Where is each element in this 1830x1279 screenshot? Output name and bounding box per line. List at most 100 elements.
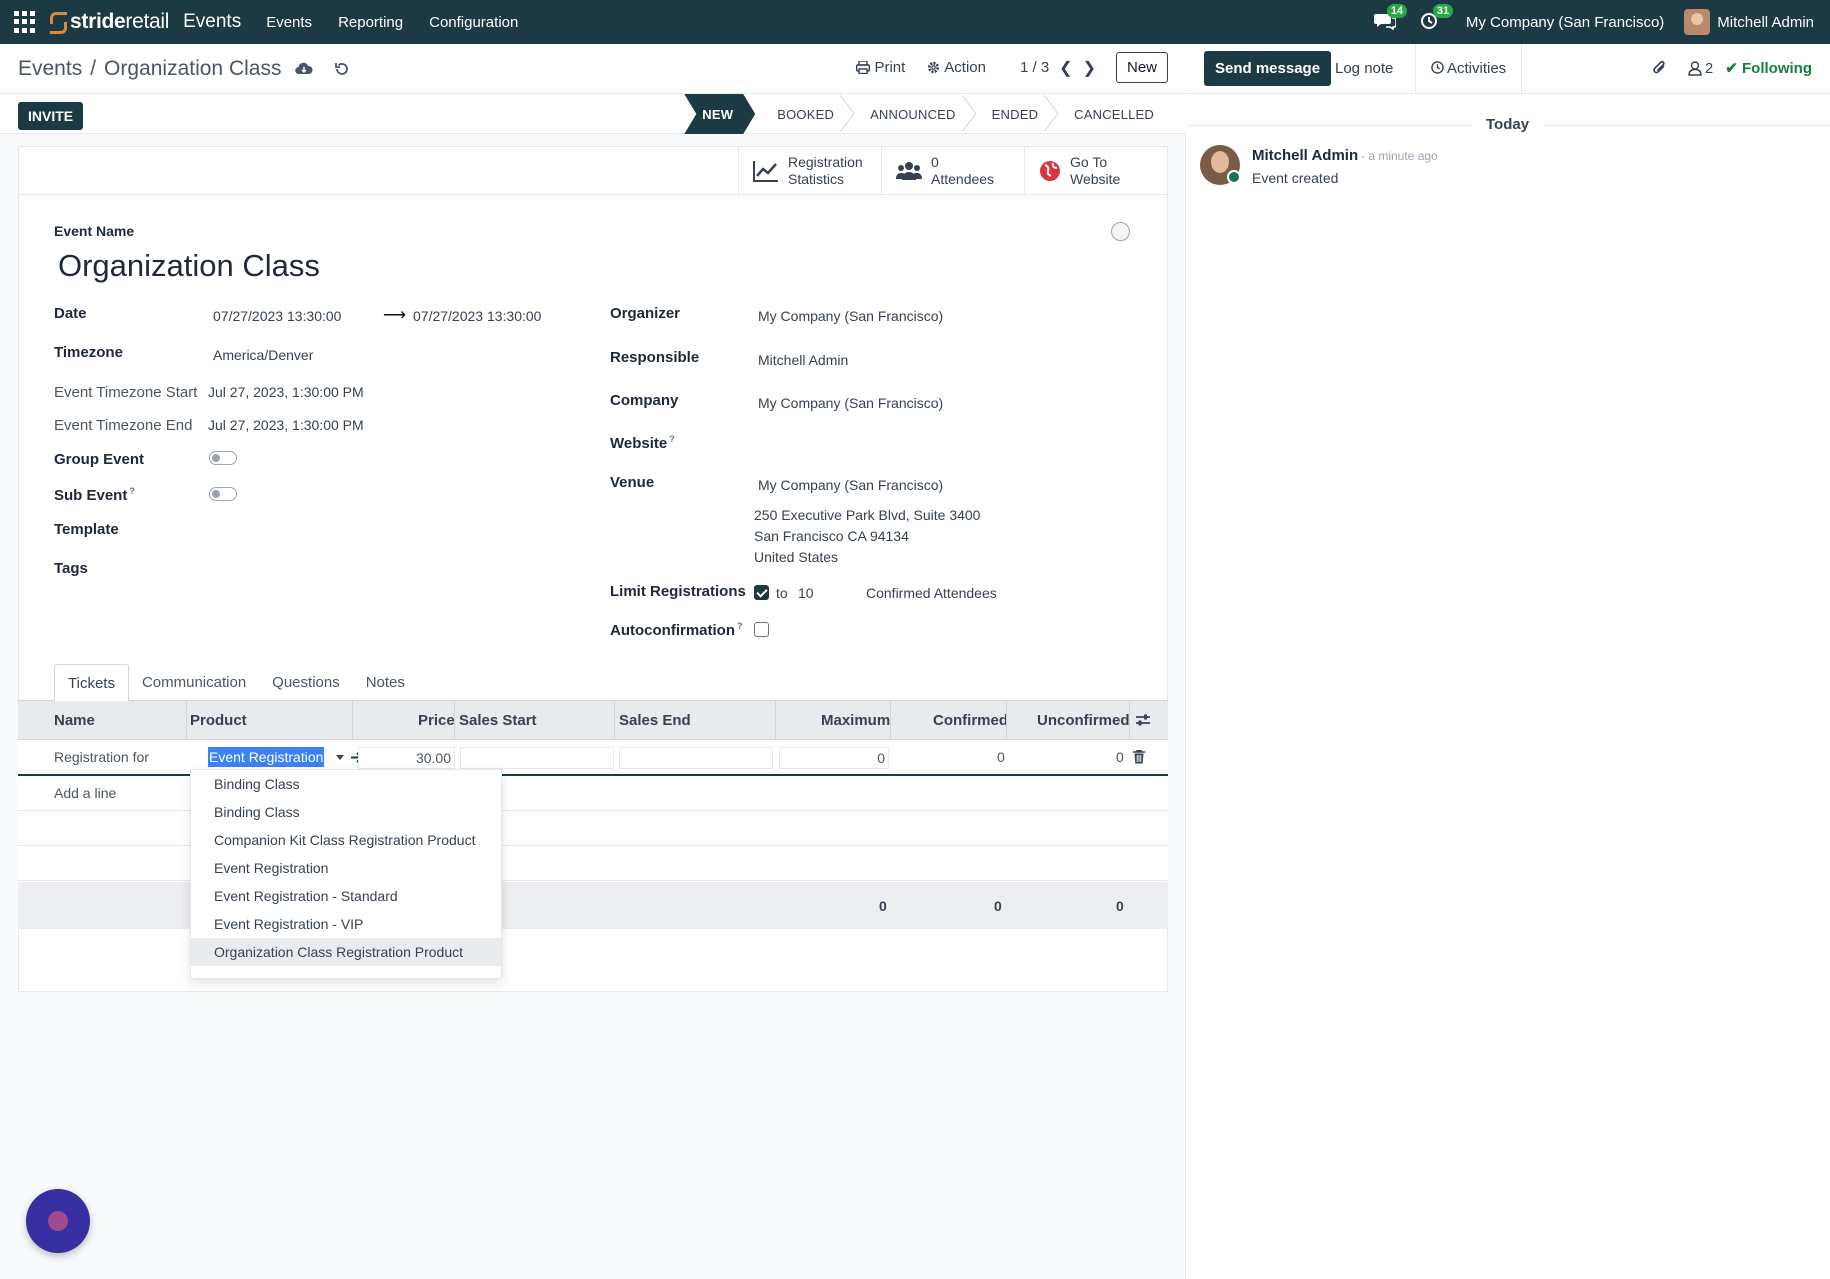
paperclip-icon[interactable] — [1652, 59, 1668, 77]
tz-end-label: Event Timezone End — [54, 417, 193, 434]
column-name[interactable]: Name — [54, 712, 95, 729]
breadcrumb-parent[interactable]: Events — [18, 57, 82, 81]
dropdown-option[interactable]: Binding Class — [191, 798, 503, 826]
column-price[interactable]: Price — [418, 712, 455, 729]
new-record-button[interactable]: New — [1115, 52, 1168, 83]
discard-undo-icon[interactable] — [333, 60, 351, 78]
dropdown-option[interactable]: Event Registration — [191, 854, 503, 882]
stage-announced[interactable]: ANNOUNCED — [848, 94, 970, 134]
limit-value-field[interactable]: 10 — [798, 585, 814, 601]
activities-button[interactable]: 31 — [1420, 4, 1454, 32]
invite-button[interactable]: INVITE — [18, 102, 84, 130]
message-author[interactable]: Mitchell Admin — [1252, 147, 1358, 164]
column-unconfirmed[interactable]: Unconfirmed — [1037, 712, 1130, 729]
column-confirmed[interactable]: Confirmed — [933, 712, 1008, 729]
sub-event-toggle[interactable] — [209, 487, 237, 501]
responsible-field[interactable]: Mitchell Admin — [758, 352, 848, 368]
column-product[interactable]: Product — [190, 712, 247, 729]
stage-new[interactable]: NEW — [684, 94, 755, 134]
column-divider — [1129, 701, 1130, 740]
company-field[interactable]: My Company (San Francisco) — [758, 395, 943, 411]
tab-tickets[interactable]: Tickets — [54, 664, 129, 701]
column-sales-start[interactable]: Sales Start — [459, 712, 537, 729]
messaging-button[interactable]: 14 — [1373, 4, 1408, 32]
pager-previous-icon[interactable]: ❮ — [1059, 58, 1072, 78]
stage-ended[interactable]: ENDED — [970, 94, 1053, 134]
priority-toggle[interactable] — [1111, 222, 1130, 241]
app-name[interactable]: Events — [183, 11, 241, 33]
following-button[interactable]: ✔ Following — [1725, 59, 1812, 77]
help-icon[interactable]: ? — [669, 434, 675, 444]
optional-columns-icon[interactable] — [1135, 713, 1151, 727]
dropdown-option[interactable]: Event Registration - Standard — [191, 882, 503, 910]
activities-badge: 31 — [1432, 4, 1454, 18]
help-icon[interactable]: ? — [129, 486, 135, 496]
tab-communication[interactable]: Communication — [129, 664, 259, 701]
day-label: Today — [1472, 116, 1544, 133]
tab-questions[interactable]: Questions — [259, 664, 353, 701]
tab-notes[interactable]: Notes — [353, 664, 418, 701]
followers-count[interactable]: 2 — [1705, 60, 1713, 77]
stage-booked[interactable]: BOOKED — [755, 94, 848, 134]
apps-menu-icon[interactable] — [14, 11, 36, 33]
notebook-tabs: Tickets Communication Questions Notes — [54, 664, 418, 701]
user-menu[interactable]: Mitchell Admin — [1717, 14, 1814, 31]
organizer-label: Organizer — [610, 305, 681, 322]
user-avatar[interactable] — [1684, 9, 1711, 35]
date-start-field[interactable]: 07/27/2023 13:30:00 — [213, 308, 341, 324]
ticket-confirmed-value: 0 — [997, 749, 1005, 765]
chevron-down-icon[interactable] — [336, 755, 344, 760]
brand-logo[interactable]: strideretail — [48, 10, 169, 34]
registration-statistics-button[interactable]: Registration Statistics — [738, 147, 881, 195]
add-line-link[interactable]: Add a line — [54, 785, 116, 801]
dropdown-option[interactable]: Binding Class — [191, 770, 503, 798]
ticket-maximum-field[interactable]: 0 — [779, 747, 889, 769]
venue-label: Venue — [610, 474, 655, 491]
dropdown-option[interactable]: Companion Kit Class Registration Product — [191, 826, 503, 854]
ticket-name-field[interactable]: Registration for — [54, 749, 149, 765]
breadcrumb: Events / Organization Class — [18, 57, 351, 81]
template-label: Template — [54, 521, 119, 538]
help-icon[interactable]: ? — [737, 621, 743, 631]
save-cloud-icon[interactable] — [295, 60, 314, 78]
menu-reporting[interactable]: Reporting — [338, 14, 403, 31]
autoconfirmation-checkbox[interactable] — [754, 622, 769, 637]
stage-cancelled[interactable]: CANCELLED — [1052, 94, 1168, 134]
go-to-website-button[interactable]: Go To Website — [1024, 147, 1167, 195]
menu-configuration[interactable]: Configuration — [429, 14, 518, 31]
followers-user-icon[interactable] — [1688, 60, 1702, 76]
ticket-price-field[interactable]: 30.00 — [358, 747, 455, 769]
timezone-field[interactable]: America/Denver — [213, 347, 313, 363]
column-sales-end[interactable]: Sales End — [619, 712, 691, 729]
pager-next-icon[interactable]: ❯ — [1083, 58, 1096, 78]
limit-registrations-checkbox[interactable] — [754, 585, 769, 600]
group-event-toggle[interactable] — [209, 451, 237, 465]
print-button[interactable]: Print — [856, 59, 905, 76]
users-icon — [896, 162, 922, 180]
ticket-sales-start-field[interactable] — [460, 747, 614, 769]
ticket-product-field[interactable]: Event Registration — [208, 747, 325, 767]
pager-value[interactable]: 1 / 3 — [1020, 59, 1049, 76]
date-end-field[interactable]: 07/27/2023 13:30:00 — [413, 308, 541, 324]
organizer-field[interactable]: My Company (San Francisco) — [758, 308, 943, 324]
company-switcher[interactable]: My Company (San Francisco) — [1466, 14, 1664, 31]
dropdown-option[interactable]: Event Registration - VIP — [191, 910, 503, 938]
attendees-button[interactable]: 0 Attendees — [881, 147, 1024, 195]
venue-address-line3: United States — [754, 549, 839, 565]
log-note-button[interactable]: Log note — [1335, 60, 1393, 77]
menu-events[interactable]: Events — [266, 14, 312, 31]
dropdown-option[interactable]: Organization Class Registration Product — [191, 938, 503, 966]
event-name-input[interactable]: Organization Class — [58, 248, 320, 284]
product-autocomplete-dropdown: Binding Class Binding Class Companion Ki… — [190, 769, 503, 979]
activities-button[interactable]: Activities — [1415, 44, 1523, 94]
action-label: Action — [944, 59, 986, 76]
ticket-sales-end-field[interactable] — [619, 747, 773, 769]
action-button[interactable]: Action — [927, 59, 986, 76]
website-line1: Go To — [1070, 154, 1108, 170]
trash-icon[interactable] — [1133, 750, 1145, 764]
venue-field[interactable]: My Company (San Francisco) — [758, 477, 943, 493]
livechat-bubble-icon[interactable] — [26, 1189, 90, 1253]
column-maximum[interactable]: Maximum — [821, 712, 890, 729]
limit-suffix-text: Confirmed Attendees — [866, 585, 997, 601]
send-message-button[interactable]: Send message — [1204, 51, 1332, 86]
